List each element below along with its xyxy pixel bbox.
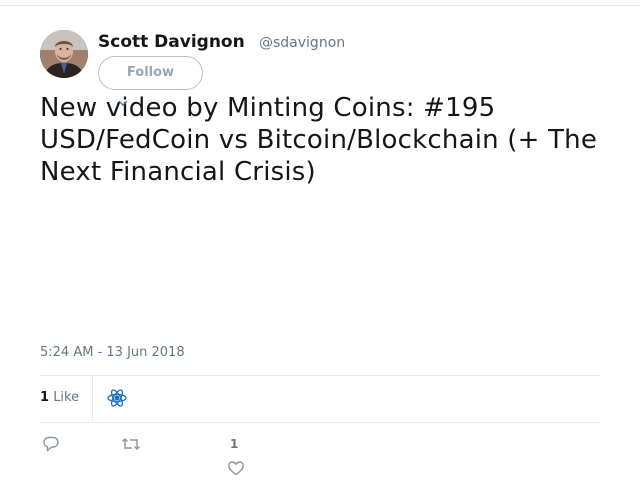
liker-avatar[interactable] xyxy=(106,387,128,409)
author-handle[interactable]: @sdavignon xyxy=(259,34,345,52)
likes-label: Like xyxy=(53,390,80,405)
like-action-count: 1 xyxy=(230,437,239,451)
likes-count: 1 xyxy=(40,390,50,405)
follow-button[interactable]: Follow xyxy=(98,56,203,90)
reply-glyph xyxy=(43,436,59,452)
author-name[interactable]: Scott Davignon xyxy=(98,31,245,53)
retweet-icon[interactable] xyxy=(121,435,141,453)
card-top-edge xyxy=(0,0,640,6)
tweet-card: Scott Davignon @sdavignon Follow New vid… xyxy=(0,0,640,484)
chevron-down-icon[interactable] xyxy=(117,94,129,106)
chevron-down-glyph xyxy=(118,100,128,106)
stats-separator xyxy=(92,376,93,422)
likes-stat[interactable]: 1 Like xyxy=(40,390,79,406)
stats-top-divider xyxy=(40,375,600,376)
profile-photo-icon xyxy=(40,30,88,78)
retweet-glyph xyxy=(122,438,140,450)
heart-glyph xyxy=(228,461,244,476)
actions-top-divider xyxy=(40,422,600,423)
heart-icon[interactable] xyxy=(227,459,245,477)
tweet-timestamp[interactable]: 5:24 AM - 13 Jun 2018 xyxy=(40,345,185,361)
atom-icon xyxy=(107,388,127,408)
reply-icon[interactable] xyxy=(42,435,60,453)
author-avatar[interactable] xyxy=(40,30,88,78)
